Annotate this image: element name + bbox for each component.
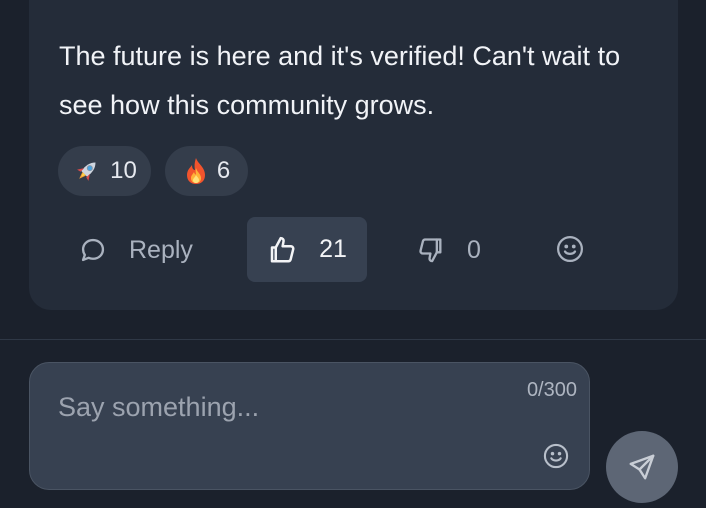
comment-text: The future is here and it's verified! Ca…: [59, 41, 621, 120]
thumbs-up-icon: [270, 236, 295, 262]
thumbs-down-icon: [419, 238, 442, 263]
character-counter: 0/300: [526, 379, 577, 401]
add-reaction-button[interactable]: [555, 234, 585, 264]
dislike-count: 0: [467, 235, 481, 264]
smiley-icon: [543, 443, 569, 469]
reaction-count: 6: [216, 157, 231, 184]
like-button[interactable]: 21: [247, 217, 367, 282]
send-icon: [629, 454, 655, 480]
send-button[interactable]: [606, 431, 678, 503]
comment-input[interactable]: [58, 389, 498, 429]
reaction-fire[interactable]: 6: [165, 146, 248, 196]
comment-composer: 0/300: [29, 362, 590, 490]
dislike-button[interactable]: 0: [417, 230, 481, 270]
fire-icon: [183, 156, 209, 186]
reaction-count: 10: [110, 157, 137, 184]
reply-label: Reply: [129, 235, 193, 264]
divider: [0, 339, 706, 340]
reaction-rocket[interactable]: 10: [58, 146, 151, 196]
rocket-icon: [72, 156, 102, 186]
reply-button[interactable]: Reply: [79, 230, 193, 270]
like-count: 21: [319, 235, 347, 263]
speech-bubble-icon: [81, 238, 105, 262]
emoji-picker-button[interactable]: [542, 442, 570, 475]
smiley-icon: [557, 236, 583, 262]
